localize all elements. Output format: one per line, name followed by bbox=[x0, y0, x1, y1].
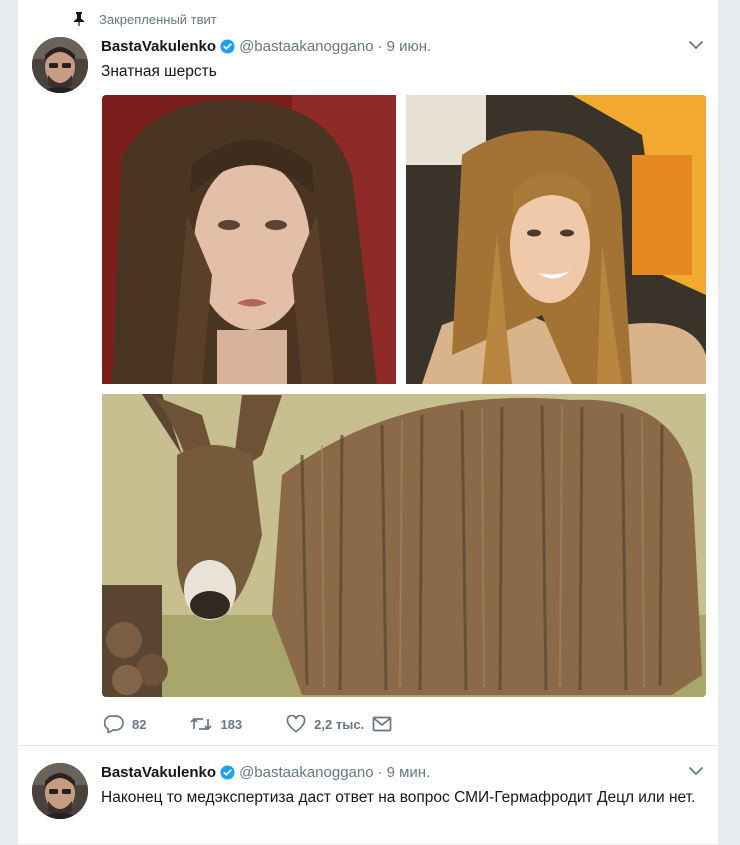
pin-icon bbox=[74, 12, 84, 26]
retweet-count: 183 bbox=[220, 716, 243, 732]
photo-portrait-2[interactable] bbox=[406, 95, 706, 384]
reply-icon bbox=[104, 715, 124, 733]
tweet-actions: 82 183 2,2 тыс. bbox=[104, 713, 392, 735]
pinned-indicator: Закрепленный твит bbox=[73, 10, 217, 28]
retweet-button[interactable]: 183 bbox=[190, 716, 242, 732]
photo-portrait-1[interactable] bbox=[102, 95, 396, 384]
photo-donkey[interactable] bbox=[102, 394, 706, 697]
verified-badge-icon bbox=[220, 764, 235, 780]
like-button[interactable]: 2,2 тыс. bbox=[286, 715, 364, 733]
retweet-icon bbox=[190, 718, 213, 730]
heart-icon bbox=[286, 715, 306, 733]
tweet-media-grid[interactable] bbox=[102, 95, 706, 697]
tweet-text: Наконец то медэкспертиза даст ответ на в… bbox=[101, 789, 696, 806]
pinned-tweet[interactable]: Закрепленный твит BastaVakulenko @bastaa… bbox=[18, 0, 718, 744]
chevron-down-icon[interactable] bbox=[688, 766, 704, 776]
avatar[interactable] bbox=[32, 763, 88, 819]
tweet[interactable]: BastaVakulenko @bastaakanoggano · 9 мин.… bbox=[18, 745, 718, 845]
like-count: 2,2 тыс. bbox=[314, 716, 365, 732]
timeline: Закрепленный твит BastaVakulenko @bastaa… bbox=[18, 0, 718, 844]
chevron-down-icon[interactable] bbox=[688, 40, 704, 50]
reply-count: 82 bbox=[132, 716, 147, 732]
timestamp[interactable]: 9 мин. bbox=[387, 764, 431, 781]
user-handle[interactable]: @bastaakanoggano bbox=[239, 764, 374, 781]
tweet-header: BastaVakulenko @bastaakanoggano · 9 июн. bbox=[101, 36, 431, 56]
pinned-label: Закрепленный твит bbox=[99, 11, 217, 27]
separator: · bbox=[377, 763, 383, 781]
user-handle[interactable]: @bastaakanoggano bbox=[239, 38, 374, 55]
display-name[interactable]: BastaVakulenko bbox=[101, 764, 216, 781]
separator: · bbox=[377, 37, 383, 55]
display-name[interactable]: BastaVakulenko bbox=[101, 38, 216, 55]
envelope-icon bbox=[372, 716, 392, 732]
verified-badge-icon bbox=[220, 38, 235, 54]
tweet-header: BastaVakulenko @bastaakanoggano · 9 мин. bbox=[101, 762, 430, 782]
reply-button[interactable]: 82 bbox=[104, 715, 146, 733]
timestamp[interactable]: 9 июн. bbox=[387, 38, 432, 55]
avatar[interactable] bbox=[32, 37, 88, 93]
tweet-text: Знатная шерсть bbox=[101, 63, 217, 80]
direct-message-button[interactable] bbox=[372, 716, 392, 732]
